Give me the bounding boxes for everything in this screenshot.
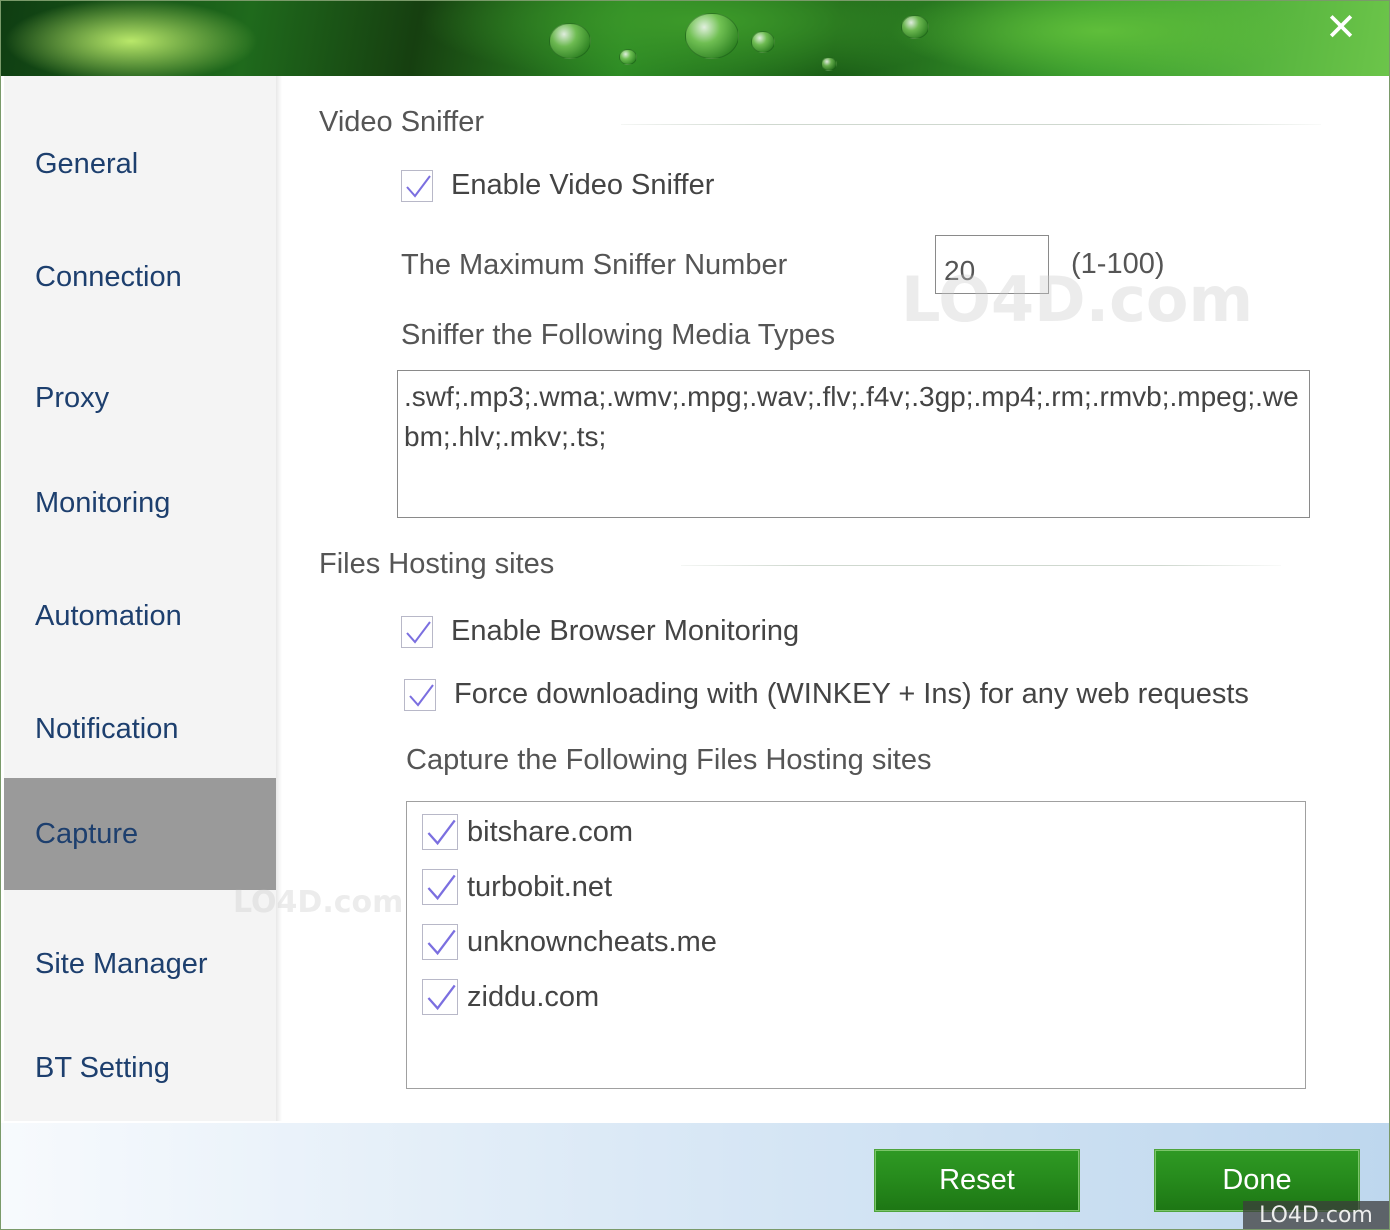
hosting-sites-list[interactable]: bitshare.com turbobit.net unknowncheats.… [406, 801, 1306, 1089]
checkmark-icon [427, 984, 456, 1011]
water-drop-decoration [751, 31, 775, 53]
sidebar-item-notification[interactable]: Notification [4, 673, 276, 785]
sidebar: General Connection Proxy Monitoring Auto… [4, 76, 276, 1121]
enable-browser-monitoring-checkbox[interactable]: Enable Browser Monitoring [401, 615, 799, 648]
sidebar-item-automation[interactable]: Automation [4, 560, 276, 672]
list-item[interactable]: turbobit.net [422, 869, 612, 905]
checkmark-icon [406, 620, 431, 644]
checkbox-checked[interactable] [401, 615, 433, 648]
sidebar-item-connection[interactable]: Connection [4, 221, 276, 333]
sidebar-item-site-manager[interactable]: Site Manager [4, 908, 276, 1020]
watermark-badge: LO4D.com [1243, 1201, 1389, 1229]
video-sniffer-heading: Video Sniffer [319, 106, 484, 138]
sidebar-item-bt-setting[interactable]: BT Setting [4, 1012, 276, 1124]
water-drop-decoration [901, 15, 929, 39]
enable-video-sniffer-checkbox[interactable]: Enable Video Sniffer [401, 169, 714, 202]
sidebar-item-capture[interactable]: Capture [4, 778, 276, 890]
site-label: ziddu.com [467, 980, 600, 1013]
checkbox-checked[interactable] [422, 869, 458, 905]
water-drop-decoration [821, 57, 837, 71]
list-item[interactable]: unknowncheats.me [422, 924, 717, 960]
header-banner: ✕ [1, 1, 1389, 76]
force-download-label: Force downloading with (WINKEY + Ins) fo… [454, 678, 1249, 710]
water-drop-decoration [619, 49, 637, 65]
section-divider [621, 124, 1321, 125]
enable-browser-monitoring-label: Enable Browser Monitoring [451, 615, 800, 647]
checkmark-icon [427, 929, 456, 956]
media-types-textarea[interactable]: .swf;.mp3;.wma;.wmv;.mpg;.wav;.flv;.f4v;… [397, 370, 1310, 518]
checkbox-checked[interactable] [404, 678, 436, 711]
section-divider [681, 565, 1281, 566]
water-drop-decoration [549, 23, 591, 59]
sidebar-divider [276, 76, 282, 1121]
water-drop-decoration [685, 13, 739, 59]
capture-sites-label: Capture the Following Files Hosting site… [406, 744, 932, 776]
media-types-label: Sniffer the Following Media Types [401, 319, 836, 351]
site-label: turbobit.net [467, 870, 613, 903]
sidebar-item-general[interactable]: General [4, 108, 276, 220]
close-icon[interactable]: ✕ [1321, 7, 1361, 47]
list-item[interactable]: ziddu.com [422, 979, 599, 1015]
enable-video-sniffer-label: Enable Video Sniffer [451, 169, 715, 201]
settings-window: ✕ General Connection Proxy Monitoring Au… [0, 0, 1390, 1230]
checkbox-checked[interactable] [422, 979, 458, 1015]
checkbox-checked[interactable] [401, 169, 433, 202]
site-label: unknowncheats.me [467, 925, 717, 958]
checkmark-icon [409, 683, 434, 707]
checkmark-icon [406, 174, 431, 198]
checkmark-icon [427, 874, 456, 901]
sidebar-item-proxy[interactable]: Proxy [4, 342, 276, 454]
sidebar-item-monitoring[interactable]: Monitoring [4, 447, 276, 559]
site-label: bitshare.com [467, 815, 634, 848]
force-download-checkbox[interactable]: Force downloading with (WINKEY + Ins) fo… [404, 678, 1249, 711]
list-item[interactable]: bitshare.com [422, 814, 633, 850]
watermark-logo: LO4D.com [233, 885, 404, 920]
checkbox-checked[interactable] [422, 814, 458, 850]
files-hosting-heading: Files Hosting sites [319, 548, 555, 580]
max-sniffer-number-label: The Maximum Sniffer Number [401, 249, 788, 281]
checkbox-checked[interactable] [422, 924, 458, 960]
reset-button[interactable]: Reset [874, 1149, 1080, 1212]
watermark-logo: LO4D.com [901, 263, 1254, 336]
checkmark-icon [427, 819, 456, 846]
